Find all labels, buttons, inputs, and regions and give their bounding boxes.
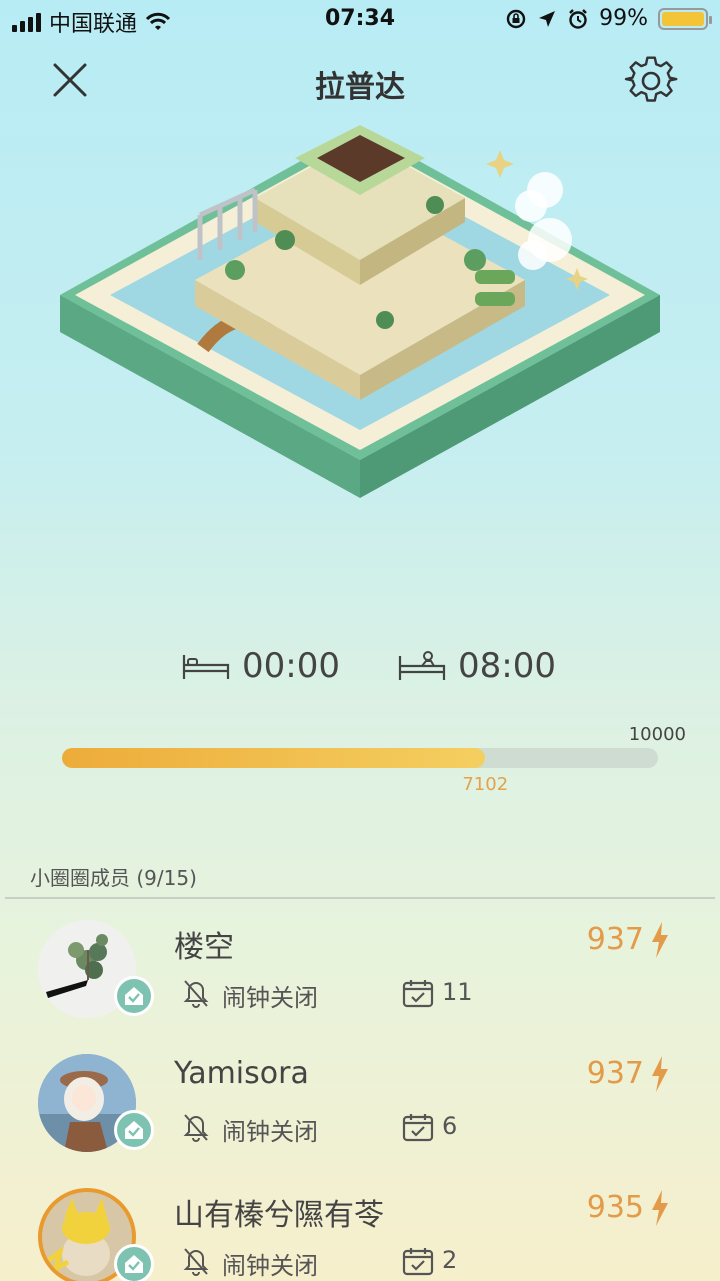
sleep-schedule: 00:00 08:00 [0, 646, 720, 696]
energy-bolt-icon [652, 922, 668, 958]
wake-up-icon [398, 651, 446, 680]
status-bar: 中国联通 07:34 99% [0, 0, 720, 40]
page-title: 拉普达 [315, 70, 405, 105]
progress-bar [62, 748, 658, 768]
energy-bolt-icon [652, 1190, 668, 1226]
progress-goal: 10000 [628, 724, 686, 745]
alarm-clock-icon [569, 8, 587, 29]
streak-days: 11 [442, 978, 473, 1006]
verified-badge [114, 1110, 154, 1150]
home-check-icon [125, 987, 143, 1005]
member-row[interactable]: 山有榛兮隰有苓 935 闹钟关闭 2 [0, 1188, 720, 1281]
members-section-title: 小圈圈成员 (9/15) [30, 866, 197, 890]
member-name: 山有榛兮隰有苓 [174, 1198, 384, 1233]
bedtime: 00:00 [182, 646, 340, 686]
bed-icon [182, 655, 230, 679]
member-row[interactable]: 楼空 937 闹钟关闭 11 [0, 920, 720, 1050]
alarm-status: 闹钟关闭 [222, 984, 318, 1012]
bell-off-icon [183, 1114, 209, 1142]
progress-current: 7102 [462, 774, 509, 795]
verified-badge [114, 1244, 154, 1281]
wake-time-value: 08:00 [458, 646, 556, 686]
member-row[interactable]: Yamisora 937 闹钟关闭 6 [0, 1054, 720, 1184]
bell-off-icon [183, 980, 209, 1008]
energy-bolt-icon [652, 1056, 668, 1092]
member-score: 935 [586, 1190, 644, 1225]
divider [5, 897, 715, 899]
progress-bar-fill [62, 748, 486, 768]
home-check-icon [125, 1255, 143, 1273]
rotation-lock-icon [506, 9, 526, 28]
calendar-check-icon [402, 980, 434, 1008]
streak-days: 2 [442, 1246, 458, 1274]
location-icon [539, 10, 556, 27]
verified-badge [114, 976, 154, 1016]
home-check-icon [125, 1121, 143, 1139]
alarm-status: 闹钟关闭 [222, 1118, 318, 1146]
sky-island-illustration [60, 125, 660, 498]
battery-percent: 99% [599, 6, 648, 31]
status-right: 99% [505, 6, 712, 31]
member-name: Yamisora [174, 1056, 309, 1091]
settings-button[interactable] [624, 54, 678, 108]
bedtime-value: 00:00 [242, 646, 340, 686]
bell-off-icon [183, 1248, 209, 1276]
gear-icon [624, 56, 678, 102]
member-score: 937 [586, 1056, 644, 1091]
wake-time: 08:00 [398, 646, 556, 686]
alarm-status: 闹钟关闭 [222, 1252, 318, 1280]
calendar-check-icon [402, 1248, 434, 1276]
member-score: 937 [586, 922, 644, 957]
member-name: 楼空 [174, 930, 234, 965]
calendar-check-icon [402, 1114, 434, 1142]
battery-icon [658, 7, 712, 30]
streak-days: 6 [442, 1112, 458, 1140]
